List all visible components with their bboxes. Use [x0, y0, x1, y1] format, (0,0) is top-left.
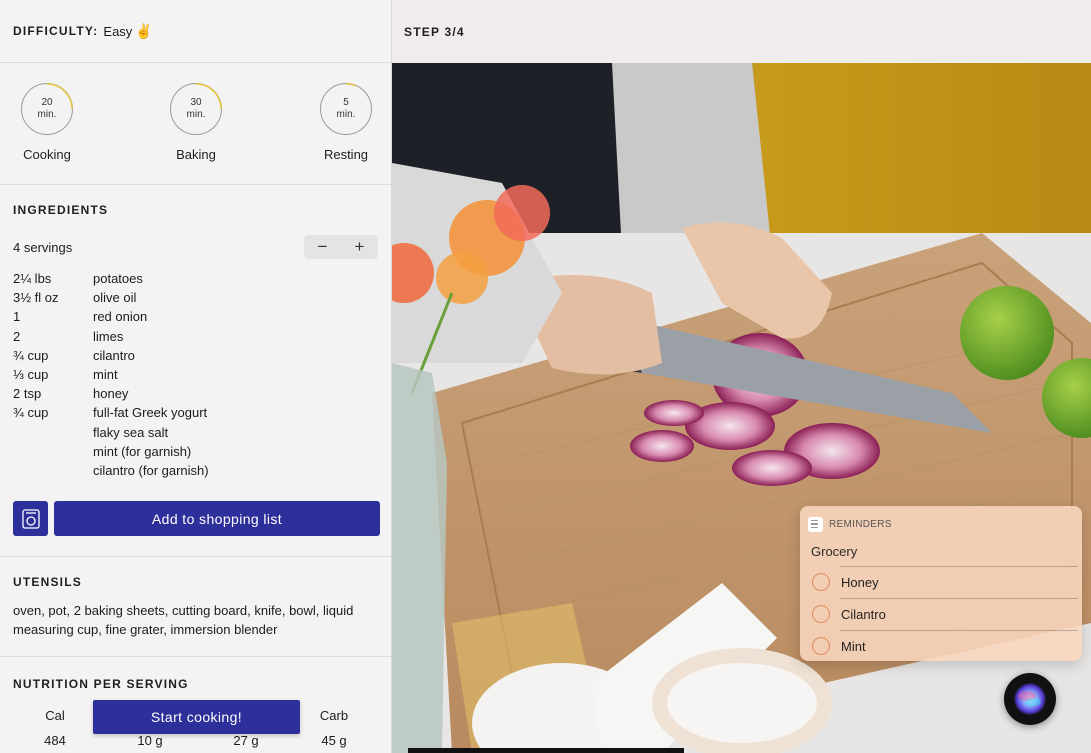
- step-panel: STEP 3/4 REMINDERS Grocery Honey Cilantr…: [392, 0, 1091, 753]
- difficulty-label: DIFFICULTY:: [13, 24, 99, 38]
- ingredient-qty: [13, 442, 93, 461]
- nutrition-value: 484: [44, 733, 66, 748]
- reminders-widget[interactable]: REMINDERS Grocery Honey Cilantro Mint: [800, 506, 1082, 661]
- shopping-actions: Add to shopping list: [13, 501, 380, 536]
- ingredients-title: INGREDIENTS: [13, 203, 109, 217]
- step-indicator: STEP 3/4: [404, 24, 465, 39]
- ingredient-list: 2¼ lbs potatoes 3½ fl oz olive oil 1 red on…: [13, 269, 378, 480]
- servings-row: 4 servings − +: [13, 235, 378, 259]
- timer-ring: 30 min.: [170, 83, 222, 135]
- ingredient-name: limes: [93, 328, 124, 344]
- ingredient-name: flaky sea salt: [93, 424, 169, 440]
- ingredient-row: flaky sea salt: [13, 423, 378, 442]
- nutrition-label: Carb: [319, 708, 349, 723]
- ingredient-qty: 3½ fl oz: [13, 290, 59, 306]
- reminder-checkbox[interactable]: [812, 637, 830, 655]
- ingredient-qty: [13, 423, 93, 442]
- ingredient-row: 2 tsp honey: [13, 384, 378, 403]
- nutrition-title: NUTRITION PER SERVING: [13, 677, 189, 691]
- home-indicator: [408, 748, 684, 753]
- ingredient-qty: 2¼ lbs: [13, 271, 52, 286]
- ingredient-qty: [13, 461, 93, 480]
- ingredient-row: 3½ fl oz olive oil: [13, 288, 378, 307]
- reminder-item[interactable]: Honey: [800, 566, 1082, 598]
- kitchen-scale-button[interactable]: [13, 501, 48, 536]
- ingredient-row: ¾ cup cilantro: [13, 346, 378, 365]
- reminders-list-title: Grocery: [811, 544, 858, 559]
- ingredient-name: potatoes: [93, 271, 143, 286]
- reminder-text: Honey: [841, 574, 879, 590]
- ingredient-row: 2 limes: [13, 327, 378, 346]
- ingredient-name: red onion: [93, 309, 148, 325]
- ingredient-qty: ¾ cup: [13, 405, 49, 421]
- ingredient-name: olive oil: [93, 290, 137, 306]
- step-header: STEP 3/4: [392, 0, 1091, 63]
- add-to-shopping-list-button[interactable]: Add to shopping list: [54, 501, 380, 536]
- timer-label: Resting: [323, 147, 369, 162]
- decrease-servings-button[interactable]: −: [304, 235, 341, 259]
- ingredient-name: mint (for garnish): [93, 443, 192, 459]
- timer-label: Baking: [176, 147, 216, 162]
- reminder-text: Mint: [841, 638, 866, 654]
- nutrition-value: 45 g: [321, 733, 347, 748]
- ingredients-section: INGREDIENTS 4 servings − + 2¼ lbs potatoe…: [0, 185, 391, 557]
- difficulty-value: Easy: [103, 23, 133, 39]
- reminders-header: REMINDERS: [800, 506, 1082, 534]
- reminder-checkbox[interactable]: [812, 573, 830, 591]
- ingredient-row: mint (for garnish): [13, 442, 378, 461]
- timer-cooking[interactable]: 20 min. Cooking: [2, 83, 92, 162]
- timer-progress-arc: [195, 83, 222, 110]
- kitchen-scale-icon: [21, 508, 40, 529]
- reminders-app-name: REMINDERS: [829, 518, 892, 530]
- ingredient-qty: ⅓ cup: [13, 367, 49, 383]
- timer-label: Cooking: [23, 147, 71, 162]
- reminder-checkbox[interactable]: [812, 605, 830, 623]
- timer-progress-arc: [345, 83, 357, 87]
- timer-ring: 20 min.: [21, 83, 73, 135]
- ingredient-name: mint: [93, 367, 118, 383]
- timer-resting[interactable]: 5 min. Resting: [301, 83, 391, 162]
- nutrition-cal: Cal 484: [25, 708, 85, 748]
- nutrition-carb: Carb 45 g: [304, 708, 364, 748]
- ingredient-row: cilantro (for garnish): [13, 461, 378, 480]
- ingredient-name: cilantro (for garnish): [93, 463, 209, 479]
- reminder-text: Cilantro: [841, 606, 886, 622]
- nutrition-value: 10 g: [137, 733, 163, 748]
- reminder-item[interactable]: Mint: [800, 630, 1082, 661]
- ingredient-qty: 2 tsp: [13, 386, 42, 402]
- ingredient-name: full-fat Greek yogurt: [93, 405, 208, 421]
- timer-progress-arc: [46, 83, 73, 110]
- servings-count: 4 servings: [13, 239, 73, 255]
- ingredient-row: ⅓ cup mint: [13, 365, 378, 384]
- servings-stepper: − +: [304, 235, 378, 259]
- recipe-panel: DIFFICULTY: Easy ✌ 20 min. Cooking 30 mi…: [0, 0, 392, 753]
- utensils-section: UTENSILS oven, pot, 2 baking sheets, cut…: [0, 557, 391, 657]
- ingredient-row: 2¼ lbs potatoes: [13, 269, 378, 288]
- ingredient-qty: ¾ cup: [13, 347, 49, 363]
- timer-ring: 5 min.: [320, 83, 372, 135]
- ingredient-row: ¾ cup full-fat Greek yogurt: [13, 403, 378, 422]
- start-cooking-button[interactable]: Start cooking!: [93, 700, 300, 734]
- difficulty-row: DIFFICULTY: Easy ✌: [0, 0, 391, 63]
- timers-row: 20 min. Cooking 30 min. Baking 5 min. Re…: [0, 63, 391, 185]
- ingredient-row: 1 red onion: [13, 307, 378, 326]
- ingredient-qty: 1: [13, 309, 21, 325]
- siri-button[interactable]: [1004, 673, 1056, 725]
- ingredient-name: honey: [93, 386, 129, 402]
- timer-baking[interactable]: 30 min. Baking: [151, 83, 241, 162]
- victory-hand-icon: ✌: [135, 22, 153, 39]
- reminders-app-icon: [808, 516, 823, 532]
- ingredient-name: cilantro: [93, 347, 135, 363]
- nutrition-label: Cal: [45, 708, 65, 723]
- siri-icon: [1014, 683, 1046, 715]
- nutrition-value: 27 g: [233, 733, 259, 748]
- increase-servings-button[interactable]: +: [341, 235, 378, 259]
- reminder-item[interactable]: Cilantro: [800, 598, 1082, 630]
- utensils-title: UTENSILS: [13, 575, 82, 589]
- utensils-text: oven, pot, 2 baking sheets, cutting boar…: [13, 603, 354, 637]
- ingredient-qty: 2: [13, 328, 21, 344]
